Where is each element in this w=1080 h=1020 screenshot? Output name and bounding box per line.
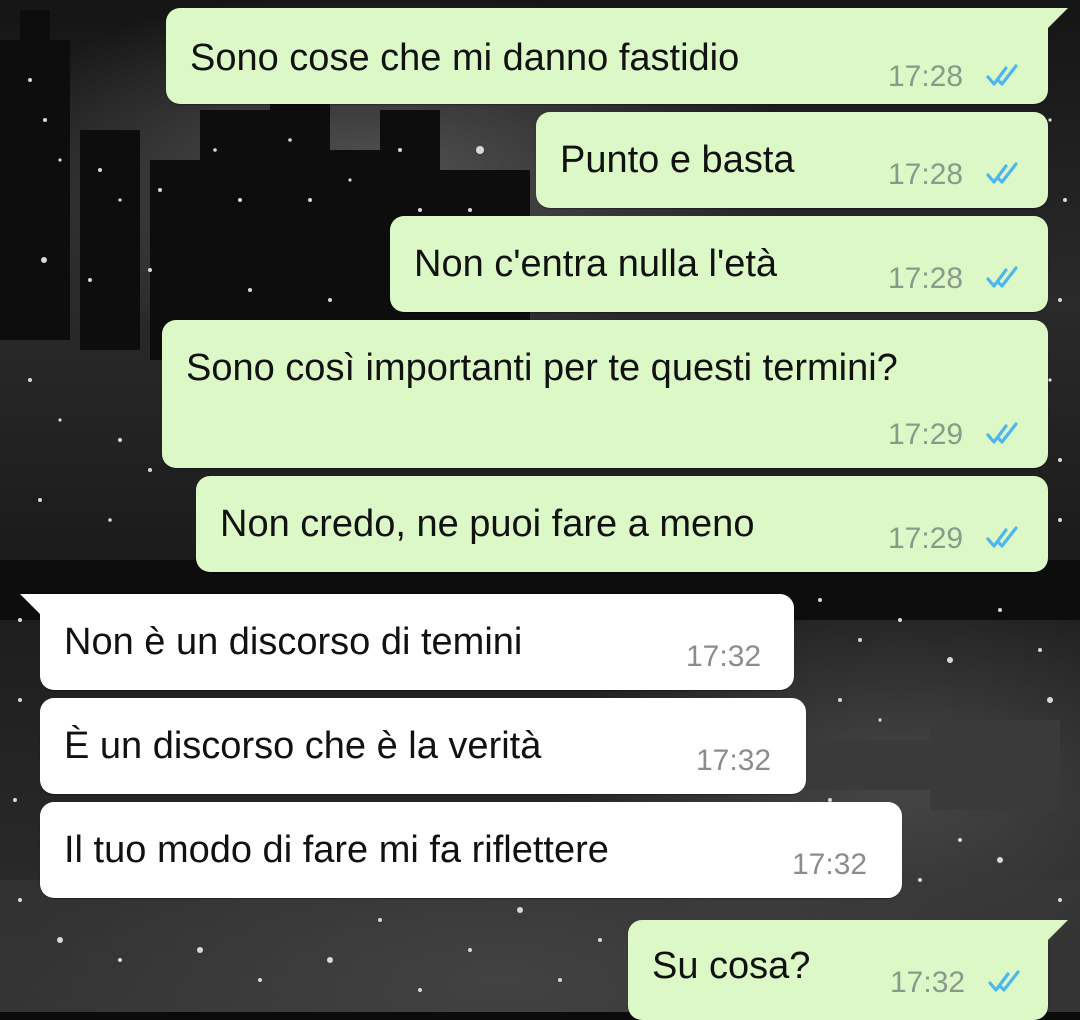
message-time: 17:32 [686,640,762,673]
message-bubble-outgoing[interactable]: Su cosa? 17:32 [628,920,1068,1020]
bubble-tail [20,594,46,620]
message-time: 17:28 [888,262,964,295]
message-text: Su cosa? [652,945,811,987]
message-text: Non è un discorso di temini [64,621,523,663]
read-receipt-icon [986,64,1018,86]
message-time: 17:28 [888,158,964,191]
bubble-tail [1042,920,1068,946]
read-receipt-icon [986,422,1018,444]
message-time: 17:32 [696,744,772,777]
message-bubble-outgoing[interactable]: Punto e basta 17:28 [536,112,1048,208]
message-time: 17:29 [888,418,964,451]
read-receipt-icon [986,266,1018,288]
message-time: 17:32 [792,848,868,881]
bubble-tail [1042,8,1068,34]
read-receipt-icon [986,526,1018,548]
message-text: Non c'entra nulla l'età [414,243,778,285]
message-time: 17:29 [888,522,964,555]
message-text: Sono cose che mi danno fastidio [190,37,740,79]
message-text: Sono così importanti per te questi termi… [186,347,898,389]
message-bubble-outgoing[interactable]: Sono cose che mi danno fastidio 17:28 [166,8,1068,104]
message-text: È un discorso che è la verità [64,725,542,767]
message-time: 17:28 [888,60,964,93]
message-bubble-incoming[interactable]: È un discorso che è la verità 17:32 [40,698,806,794]
message-time: 17:32 [890,966,966,999]
message-bubble-outgoing[interactable]: Sono così importanti per te questi termi… [162,320,1048,468]
message-bubble-outgoing[interactable]: Non c'entra nulla l'età 17:28 [390,216,1048,312]
message-text: Non credo, ne puoi fare a meno [220,503,755,545]
message-bubble-incoming[interactable]: Il tuo modo di fare mi fa riflettere 17:… [40,802,902,898]
read-receipt-icon [988,970,1020,992]
message-text: Punto e basta [560,139,795,181]
read-receipt-icon [986,162,1018,184]
message-bubble-outgoing[interactable]: Non credo, ne puoi fare a meno 17:29 [196,476,1048,572]
message-bubble-incoming[interactable]: Non è un discorso di temini 17:32 [20,594,794,690]
message-text: Il tuo modo di fare mi fa riflettere [64,829,609,871]
